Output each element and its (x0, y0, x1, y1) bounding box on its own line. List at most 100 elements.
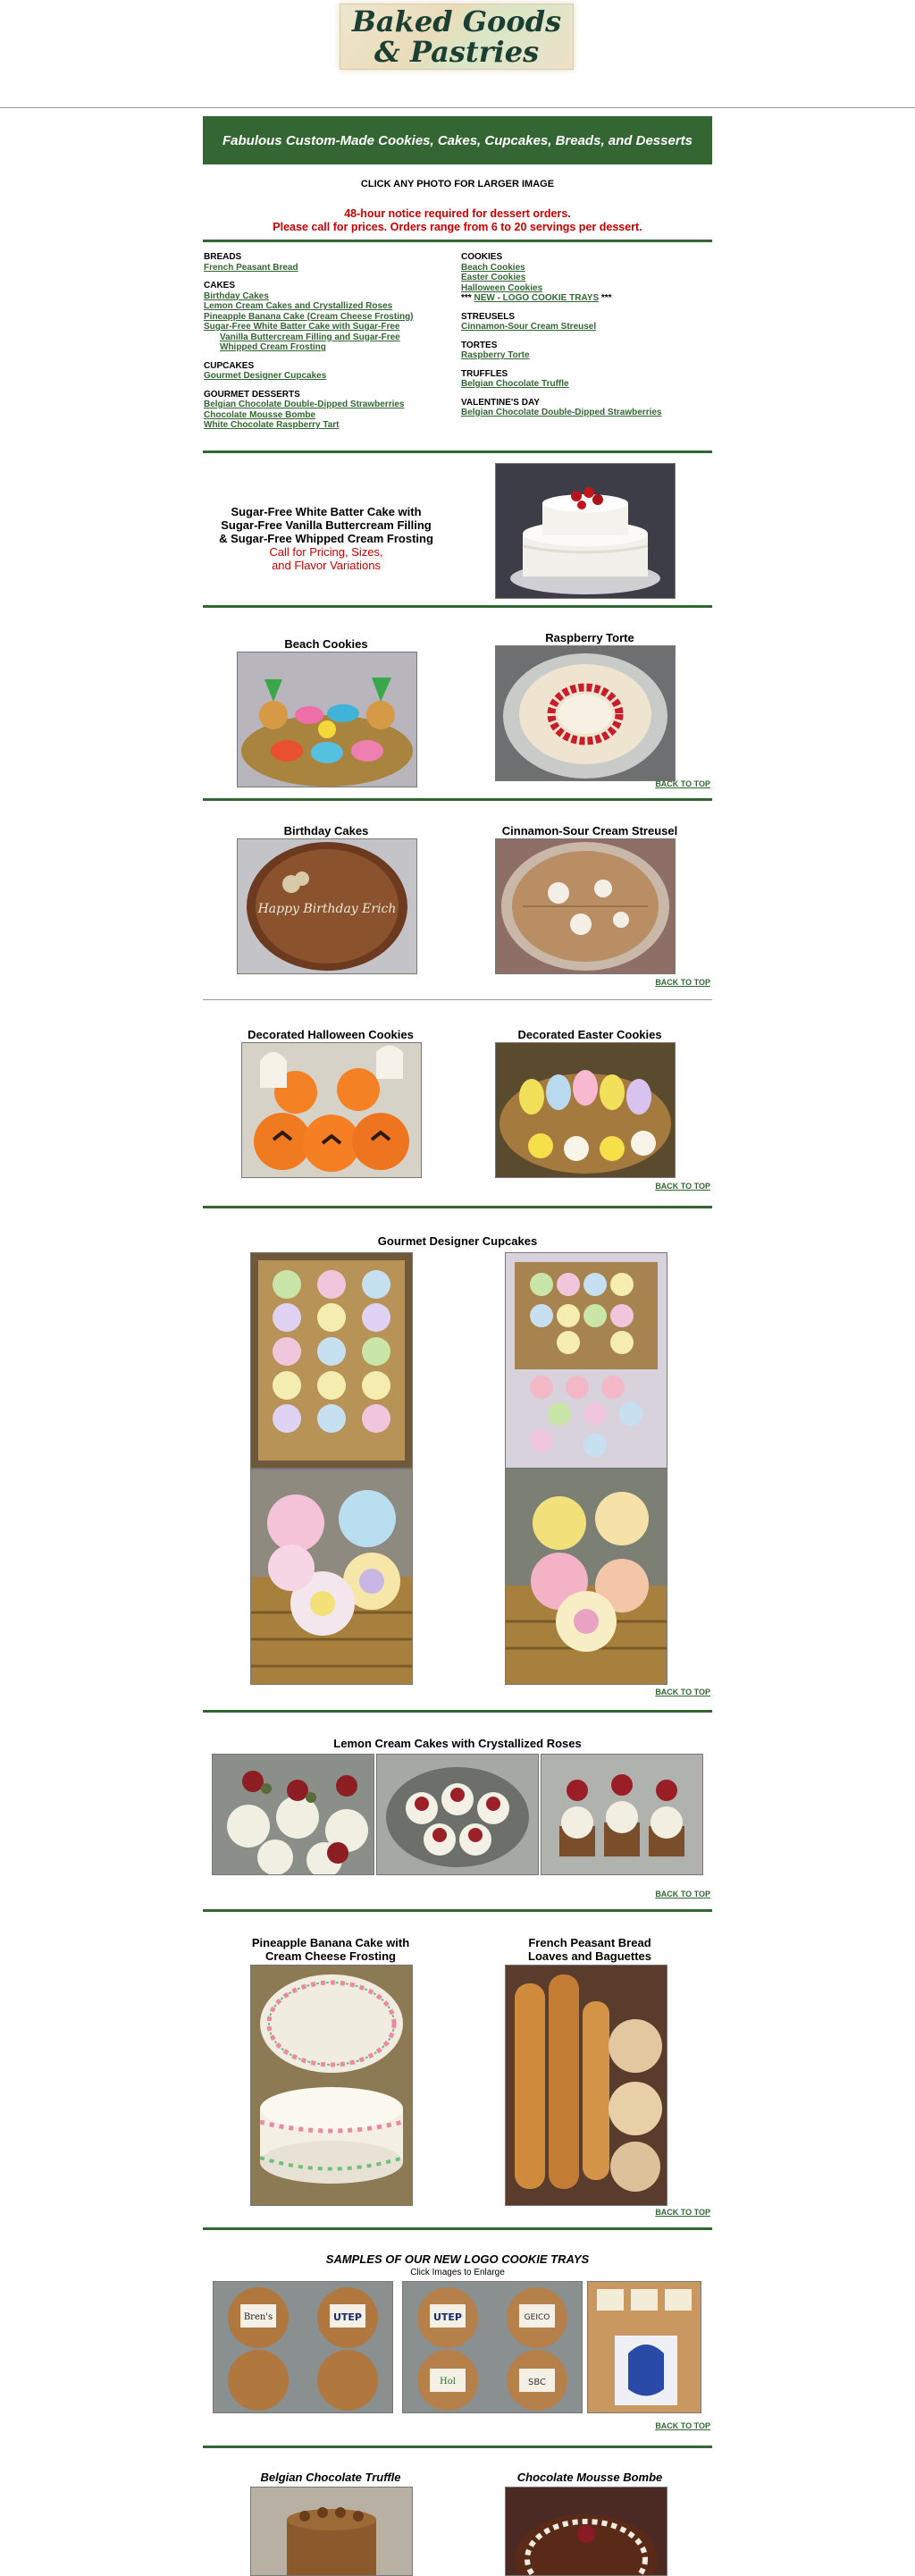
menu-link-mousse-bombe[interactable]: Chocolate Mousse Bombe (204, 410, 454, 421)
halloween-cookies-photo[interactable] (241, 1042, 422, 1178)
menu-link-logo-trays[interactable]: NEW - LOGO COOKIE TRAYS (474, 293, 599, 303)
sugar-free-description: Sugar-Free White Batter Cake with Sugar-… (206, 505, 447, 572)
section-divider (203, 1710, 712, 1713)
pineapple-title-line1: Pineapple Banana Cake with (251, 1936, 410, 1949)
section-divider (203, 1909, 712, 1912)
back-to-top-link[interactable]: BACK TO TOP (536, 978, 710, 987)
site-logo[interactable]: Baked Goods & Pastries (340, 4, 574, 70)
tray-label-4: GEICO (525, 2313, 550, 2322)
menu-link-cinnamon-streusel[interactable]: Cinnamon-Sour Cream Streusel (461, 322, 711, 333)
pineapple-cake-photo[interactable] (250, 1965, 413, 2206)
new-prefix: *** (461, 293, 472, 303)
sugar-free-line1: Sugar-Free White Batter Cake with (231, 505, 422, 518)
tray-label-6: SBC (528, 2378, 546, 2387)
cupcakes-photo-3[interactable] (250, 1469, 413, 1685)
menu-heading-valentines: VALENTINE'S DAY (461, 397, 540, 408)
cupcakes-photo-2[interactable] (505, 1252, 667, 1469)
menu-heading-truffles: TRUFFLES (461, 368, 508, 379)
menu-link-sugar-free-cake[interactable]: Sugar-Free White Batter Cake with Sugar-… (204, 322, 454, 333)
mousse-bombe-photo[interactable] (505, 2487, 667, 2576)
menu-link-valentine-strawberries[interactable]: Belgian Chocolate Double-Dipped Strawber… (461, 408, 711, 418)
tray-label-2: UTEP (333, 2311, 362, 2323)
back-to-top-link[interactable]: BACK TO TOP (536, 1688, 710, 1696)
menu-link-lemon-cream-cakes[interactable]: Lemon Cream Cakes and Crystallized Roses (204, 301, 454, 312)
section-divider (203, 2446, 712, 2448)
menu-link-birthday-cakes[interactable]: Birthday Cakes (204, 291, 454, 302)
page-banner: Fabulous Custom-Made Cookies, Cakes, Cup… (203, 116, 712, 164)
menu-link-easter-cookies[interactable]: Easter Cookies (461, 273, 711, 283)
section-divider (203, 999, 712, 1000)
menu-heading-cakes: CAKES (204, 281, 236, 290)
cinnamon-streusel-photo[interactable] (495, 838, 676, 974)
menu-link-beach-cookies[interactable]: Beach Cookies (461, 263, 711, 274)
menu-link-raspberry-tart[interactable]: White Chocolate Raspberry Tart (204, 420, 454, 431)
new-logo-trays-line: *** NEW - LOGO COOKIE TRAYS *** (461, 293, 711, 304)
sugar-free-cake-photo[interactable] (495, 463, 676, 599)
section-divider (203, 450, 712, 453)
logo-trays-title: SAMPLES OF OUR NEW LOGO COOKIE TRAYS (325, 2252, 590, 2266)
bread-title-line1: French Peasant Bread (528, 1936, 651, 1949)
menu-heading-streusels: STREUSELS (461, 311, 516, 322)
menu-right: COOKIES Beach Cookies Easter Cookies Hal… (461, 252, 711, 418)
cupcakes-photo-1[interactable] (250, 1252, 413, 1469)
menu-link-gourmet-cupcakes[interactable]: Gourmet Designer Cupcakes (204, 371, 454, 382)
easter-cookies-photo[interactable] (495, 1042, 676, 1178)
menu-heading-cupcakes: CUPCAKES (204, 360, 255, 371)
notice-line2: Please call for prices. Orders range fro… (273, 221, 642, 233)
menu-heading-cookies: COOKIES (461, 252, 503, 262)
menu-link-sugar-free-cake-3[interactable]: Whipped Cream Frosting (204, 342, 454, 353)
menu-link-chocolate-truffle[interactable]: Belgian Chocolate Truffle (461, 379, 711, 390)
menu-heading-tortes: TORTES (461, 340, 498, 350)
easter-cookies-title: Decorated Easter Cookies (517, 1028, 662, 1041)
menu-link-pineapple-banana-cake[interactable]: Pineapple Banana Cake (Cream Cheese Fros… (204, 312, 454, 323)
logo-tray-photo-2[interactable]: UTEP GEICO Hol SBC (402, 2281, 583, 2413)
section-divider (203, 605, 712, 608)
logo-line2: & Pastries (374, 35, 540, 69)
notice-line1: 48-hour notice required for dessert orde… (344, 207, 571, 220)
halloween-cookies-title: Decorated Halloween Cookies (248, 1028, 414, 1041)
cinnamon-streusel-title: Cinnamon-Sour Cream Streusel (501, 824, 678, 838)
back-to-top-link[interactable]: BACK TO TOP (536, 1890, 710, 1898)
back-to-top-link[interactable]: BACK TO TOP (536, 1182, 710, 1191)
menu-link-strawberries[interactable]: Belgian Chocolate Double-Dipped Strawber… (204, 400, 454, 410)
back-to-top-link[interactable]: BACK TO TOP (536, 779, 710, 788)
menu-link-sugar-free-cake-2[interactable]: Vanilla Buttercream Filling and Sugar-Fr… (204, 333, 454, 343)
truffle-title: Belgian Chocolate Truffle (260, 2471, 401, 2484)
birthday-cake-photo[interactable]: Happy Birthday Erich (237, 838, 417, 974)
french-bread-photo[interactable] (505, 1965, 667, 2206)
pineapple-title-line2: Cream Cheese Frosting (265, 1949, 396, 1963)
lemon-cakes-photo-2[interactable] (376, 1754, 539, 1875)
new-suffix: *** (600, 293, 612, 303)
menu-heading-breads: BREADS (204, 252, 242, 262)
call-line1: Call for Pricing, Sizes, (269, 545, 383, 559)
tray-label-5: Hol (440, 2377, 456, 2387)
beach-cookies-photo[interactable] (237, 652, 417, 787)
mousse-bombe-title: Chocolate Mousse Bombe (516, 2471, 663, 2484)
logo-tray-photo-1[interactable]: Bren's UTEP (213, 2281, 393, 2413)
order-notice: 48-hour notice required for dessert orde… (203, 207, 712, 234)
french-bread-title: French Peasant Bread Loaves and Baguette… (465, 1936, 715, 1963)
menu-link-halloween-cookies[interactable]: Halloween Cookies (461, 283, 711, 294)
beach-cookies-title: Beach Cookies (284, 637, 368, 651)
birthday-cake-inscription: Happy Birthday Erich (257, 902, 397, 916)
lemon-cakes-title: Lemon Cream Cakes with Crystallized Rose… (333, 1737, 582, 1750)
menu-link-french-peasant-bread[interactable]: French Peasant Bread (204, 263, 454, 274)
raspberry-torte-photo[interactable] (495, 645, 676, 781)
lemon-cakes-photo-3[interactable] (541, 1754, 703, 1875)
click-note: CLICK ANY PHOTO FOR LARGER IMAGE (360, 179, 555, 189)
logo-tray-photo-3[interactable] (587, 2281, 701, 2413)
truffle-photo[interactable] (250, 2487, 413, 2576)
pineapple-cake-title: Pineapple Banana Cake with Cream Cheese … (206, 1936, 456, 1963)
sugar-free-line3: & Sugar-Free Whipped Cream Frosting (219, 532, 433, 545)
section-divider (203, 1206, 712, 1208)
sugar-free-line2: Sugar-Free Vanilla Buttercream Filling (221, 518, 432, 532)
logo-line1: Baked Goods (351, 4, 562, 38)
logo-trays-subtitle: Click Images to Enlarge (410, 2268, 505, 2277)
cupcakes-photo-4[interactable] (505, 1469, 667, 1685)
section-divider (203, 240, 712, 242)
lemon-cakes-photo-1[interactable] (212, 1754, 374, 1875)
menu-link-raspberry-torte[interactable]: Raspberry Torte (461, 350, 711, 361)
back-to-top-link[interactable]: BACK TO TOP (536, 2421, 710, 2430)
back-to-top-link[interactable]: BACK TO TOP (536, 2208, 710, 2217)
birthday-cakes-title: Birthday Cakes (283, 824, 369, 838)
